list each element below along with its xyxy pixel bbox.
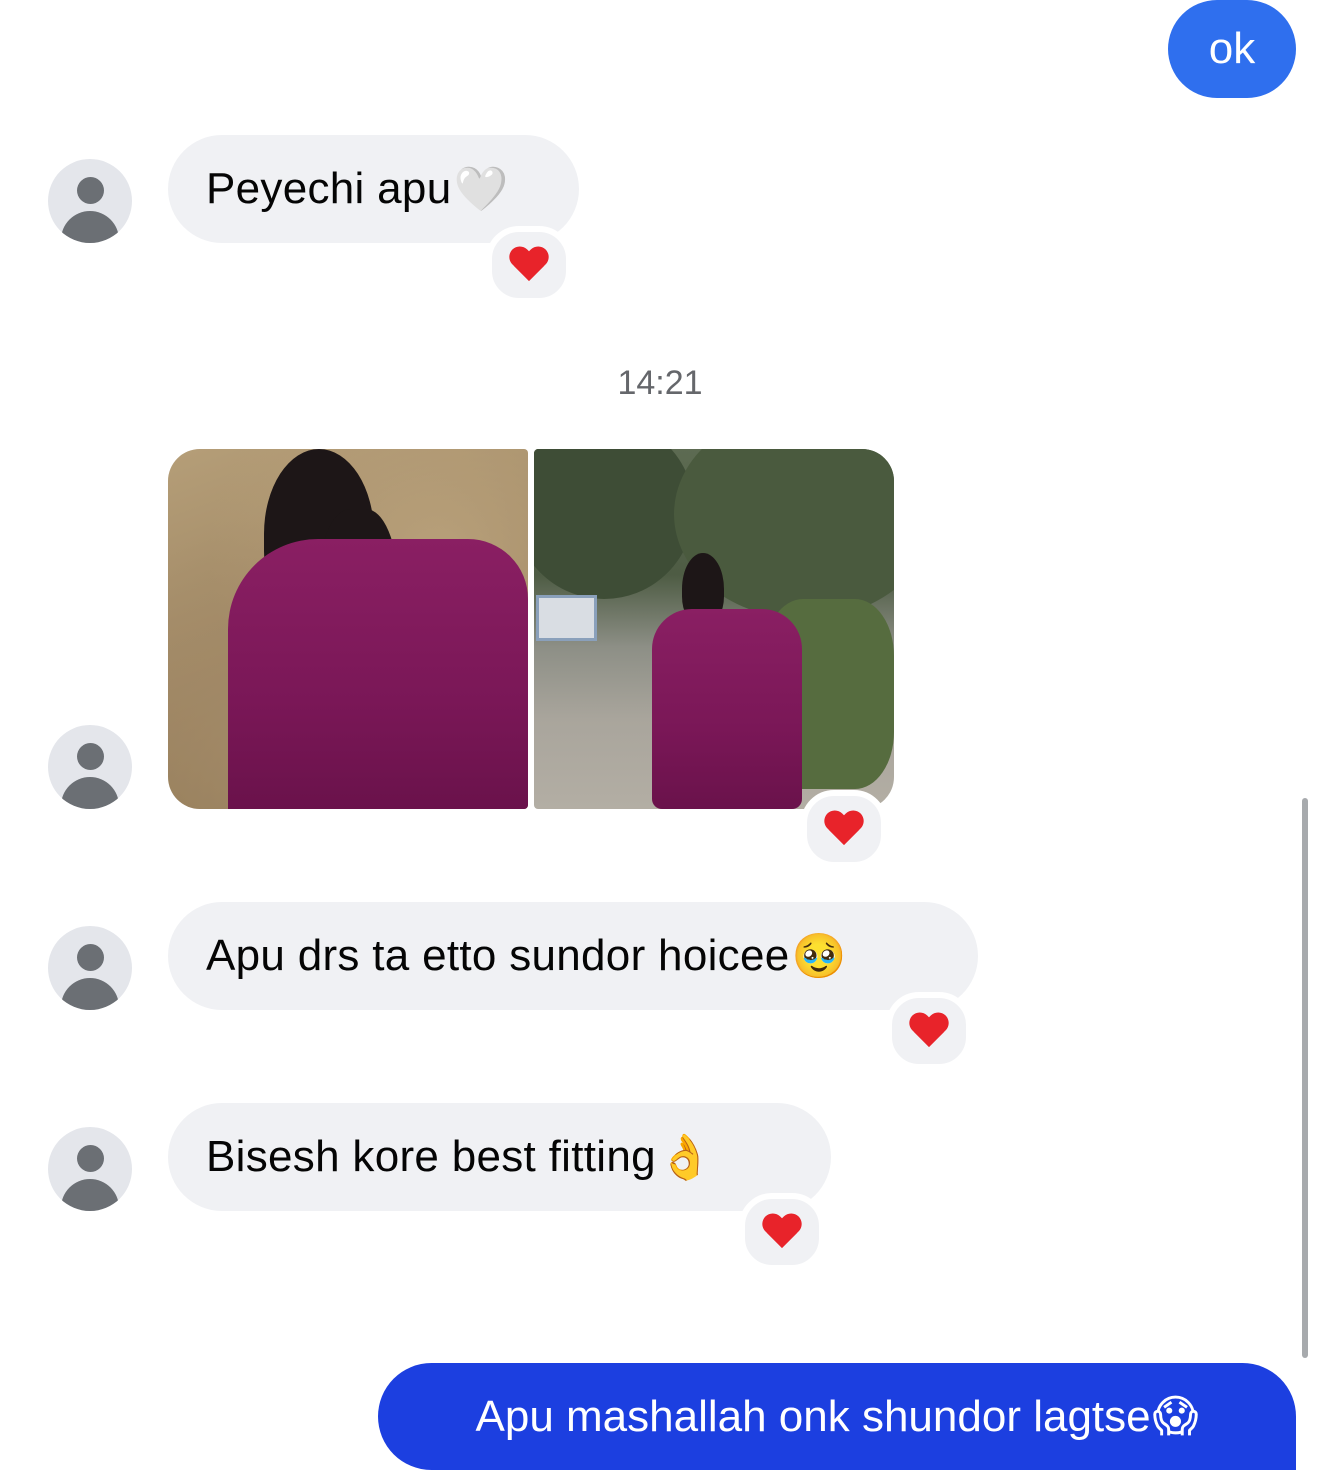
message-reaction[interactable] (486, 226, 572, 304)
message-timestamp: 14:21 (617, 364, 703, 402)
avatar-head-icon (77, 944, 104, 971)
sender-avatar[interactable] (48, 725, 132, 809)
message-text: Apu drs ta etto sundor hoicee (206, 931, 790, 980)
photo-attachment[interactable] (168, 449, 528, 809)
screaming-face-icon: 😱 (1152, 1391, 1199, 1442)
avatar-body-icon (61, 1179, 119, 1211)
avatar-head-icon (77, 177, 104, 204)
red-heart-icon (825, 811, 863, 847)
incoming-message[interactable]: Apu drs ta etto sundor hoicee 🥹 (168, 902, 978, 1010)
ok-hand-icon: 👌 (657, 1132, 713, 1183)
photo-tree (534, 449, 694, 599)
photo-reaction[interactable] (801, 790, 887, 868)
avatar-body-icon (61, 978, 119, 1010)
message-text: Peyechi apu (206, 164, 452, 213)
red-heart-icon (763, 1214, 801, 1250)
avatar-body-icon (61, 211, 119, 243)
incoming-message[interactable]: Bisesh kore best fitting 👌 (168, 1103, 831, 1211)
photo-shed (536, 595, 597, 641)
sender-avatar[interactable] (48, 1127, 132, 1211)
message-text: Bisesh kore best fitting (206, 1132, 656, 1181)
sender-avatar[interactable] (48, 159, 132, 243)
avatar-body-icon (61, 777, 119, 809)
message-reaction[interactable] (739, 1193, 825, 1271)
scrollbar[interactable] (1302, 798, 1308, 1358)
red-heart-icon (910, 1013, 948, 1049)
pleading-face-icon: 🥹 (791, 931, 847, 982)
photo-dress (652, 609, 802, 809)
avatar-head-icon (77, 1145, 104, 1172)
red-heart-icon (510, 247, 548, 283)
sender-avatar[interactable] (48, 926, 132, 1010)
outgoing-message-ok[interactable]: ok (1168, 0, 1296, 98)
outgoing-message[interactable]: Apu mashallah onk shundor lagtse 😱 (378, 1363, 1296, 1470)
photo-dress (228, 539, 528, 809)
photo-attachment[interactable] (534, 449, 894, 809)
message-text: Apu mashallah onk shundor lagtse (475, 1391, 1151, 1441)
message-text: ok (1208, 24, 1256, 73)
avatar-head-icon (77, 743, 104, 770)
message-reaction[interactable] (886, 992, 972, 1070)
white-heart-icon: 🤍 (453, 164, 509, 215)
